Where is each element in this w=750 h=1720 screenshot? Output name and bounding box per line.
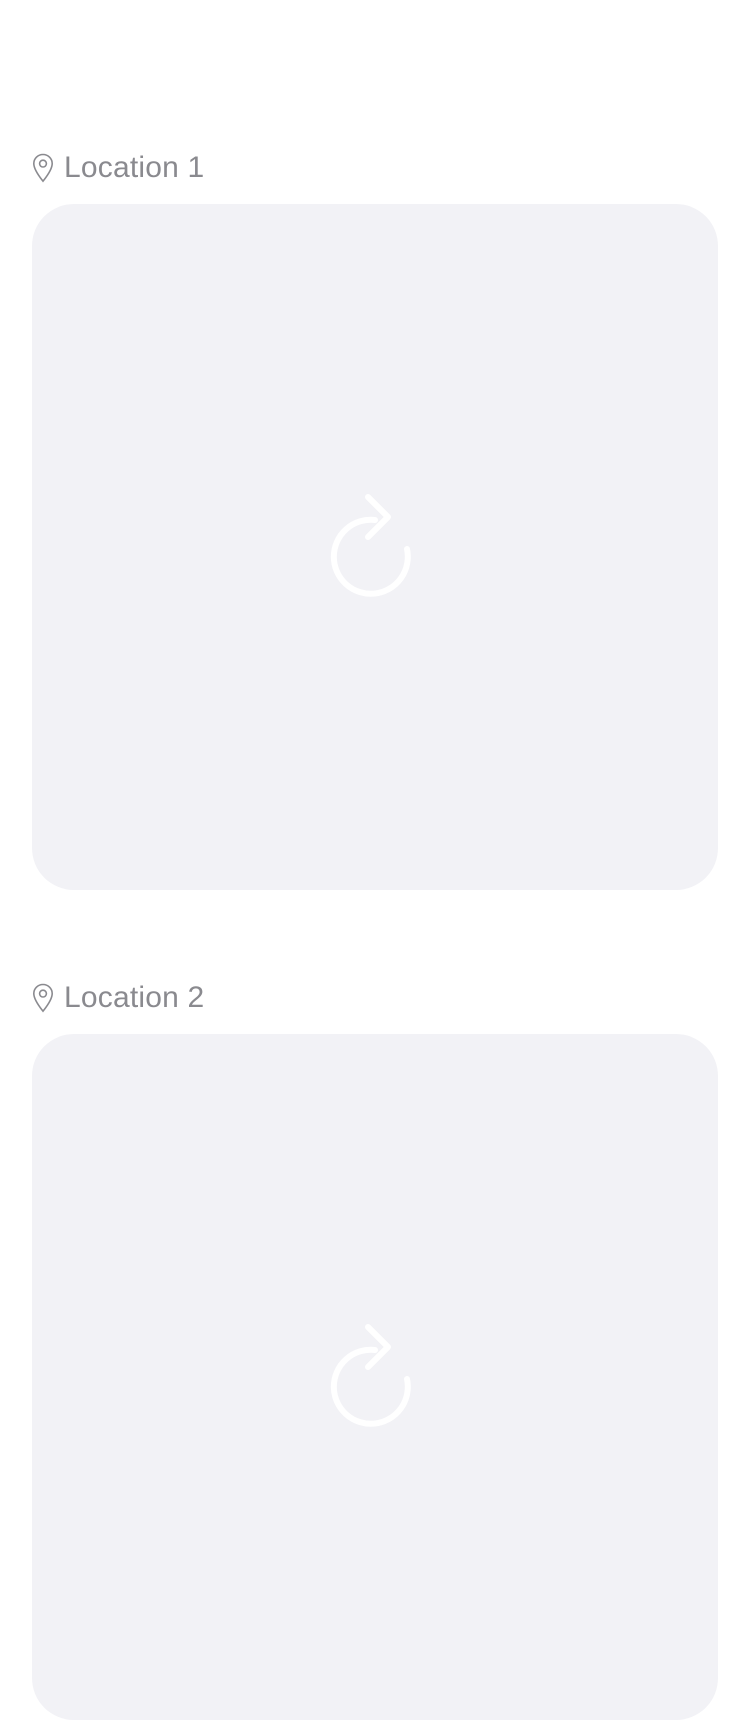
map-pin-icon	[32, 983, 54, 1013]
reload-icon[interactable]	[330, 1322, 420, 1432]
media-placeholder-card[interactable]	[32, 204, 718, 890]
location-section-2: Location 2	[32, 978, 718, 1720]
location-section-1: Location 1	[32, 148, 718, 890]
location-header: Location 2	[32, 978, 718, 1018]
location-label: Location 2	[64, 981, 205, 1014]
location-header: Location 1	[32, 148, 718, 188]
location-label: Location 1	[64, 151, 205, 184]
media-placeholder-card[interactable]	[32, 1034, 718, 1720]
map-pin-icon	[32, 153, 54, 183]
reload-icon[interactable]	[330, 492, 420, 602]
